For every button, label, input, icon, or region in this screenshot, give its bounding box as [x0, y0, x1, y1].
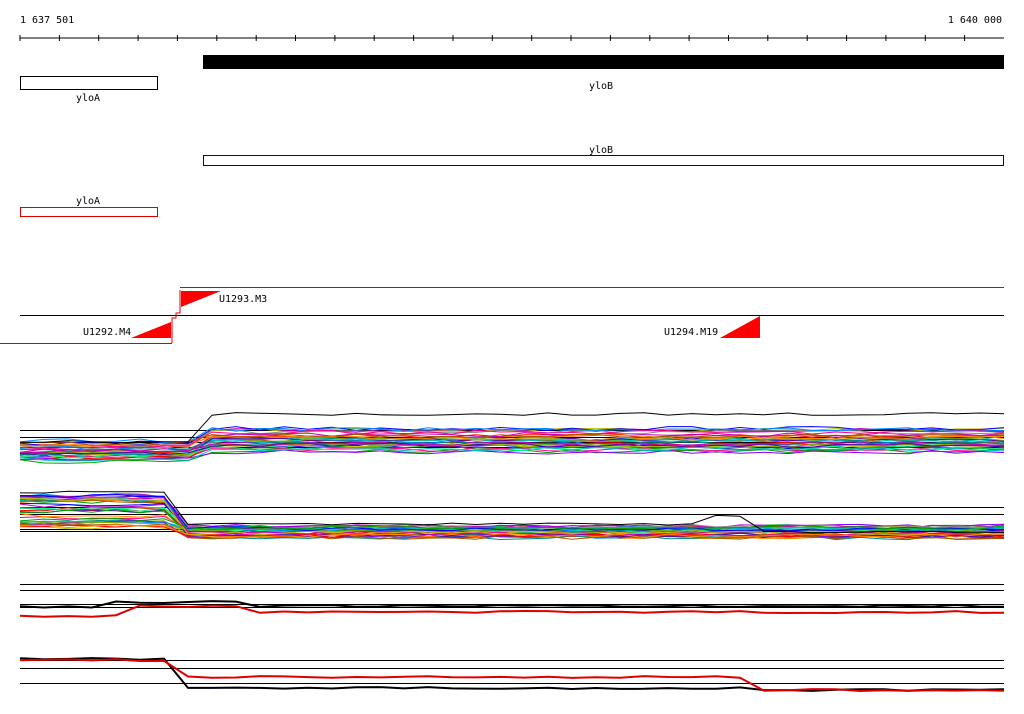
- ruler-end-label: 1 640 000: [948, 15, 1002, 26]
- gene-track-minus-red: yloA: [20, 196, 158, 217]
- segment-u1293-label: U1293.M3: [219, 294, 267, 305]
- segment-u1293-marker[interactable]: [181, 291, 221, 307]
- gene-yloa-minus-box[interactable]: [20, 207, 158, 217]
- segment-step-connector: [171, 290, 181, 343]
- segment-u1294-label: U1294.M19: [664, 327, 718, 338]
- gene-ylob-minus-label: yloB: [589, 145, 613, 156]
- ruler-start-label: 1 637 501: [20, 15, 74, 26]
- gene-yloa-plus-label: yloA: [76, 93, 100, 104]
- coordinate-ruler: 1 637 501 1 640 000: [19, 15, 1004, 41]
- gene-track-plus: yloA: [20, 76, 158, 104]
- segment-u1292-marker[interactable]: [131, 322, 171, 338]
- gene-yloa-minus-label: yloA: [76, 196, 100, 207]
- gene-track-minus-blue: yloB: [203, 145, 1004, 166]
- expression-track-minus-all: [19, 490, 1005, 541]
- gene-ylob-strong-box[interactable]: [203, 55, 1004, 69]
- segment-u1292-label: U1292.M4: [83, 327, 131, 338]
- genome-browser-view: 1 637 501 1 640 000 yloB yloA yloB yloA …: [0, 15, 1005, 693]
- gene-track-strong: yloB: [203, 55, 1004, 92]
- expression-profile: [19, 658, 1005, 693]
- segmentation-track: U1293.M3 U1292.M4 U1294.M19: [0, 287, 1004, 344]
- expression-track-plus-selected: [19, 584, 1005, 618]
- gene-ylob-strong-label: yloB: [589, 81, 613, 92]
- gene-ylob-minus-box[interactable]: [203, 155, 1004, 166]
- expression-track-minus-selected: [19, 657, 1005, 693]
- expression-track-plus-all: [19, 412, 1005, 464]
- gene-yloa-plus-box[interactable]: [20, 76, 158, 90]
- segment-u1294-marker[interactable]: [720, 316, 760, 338]
